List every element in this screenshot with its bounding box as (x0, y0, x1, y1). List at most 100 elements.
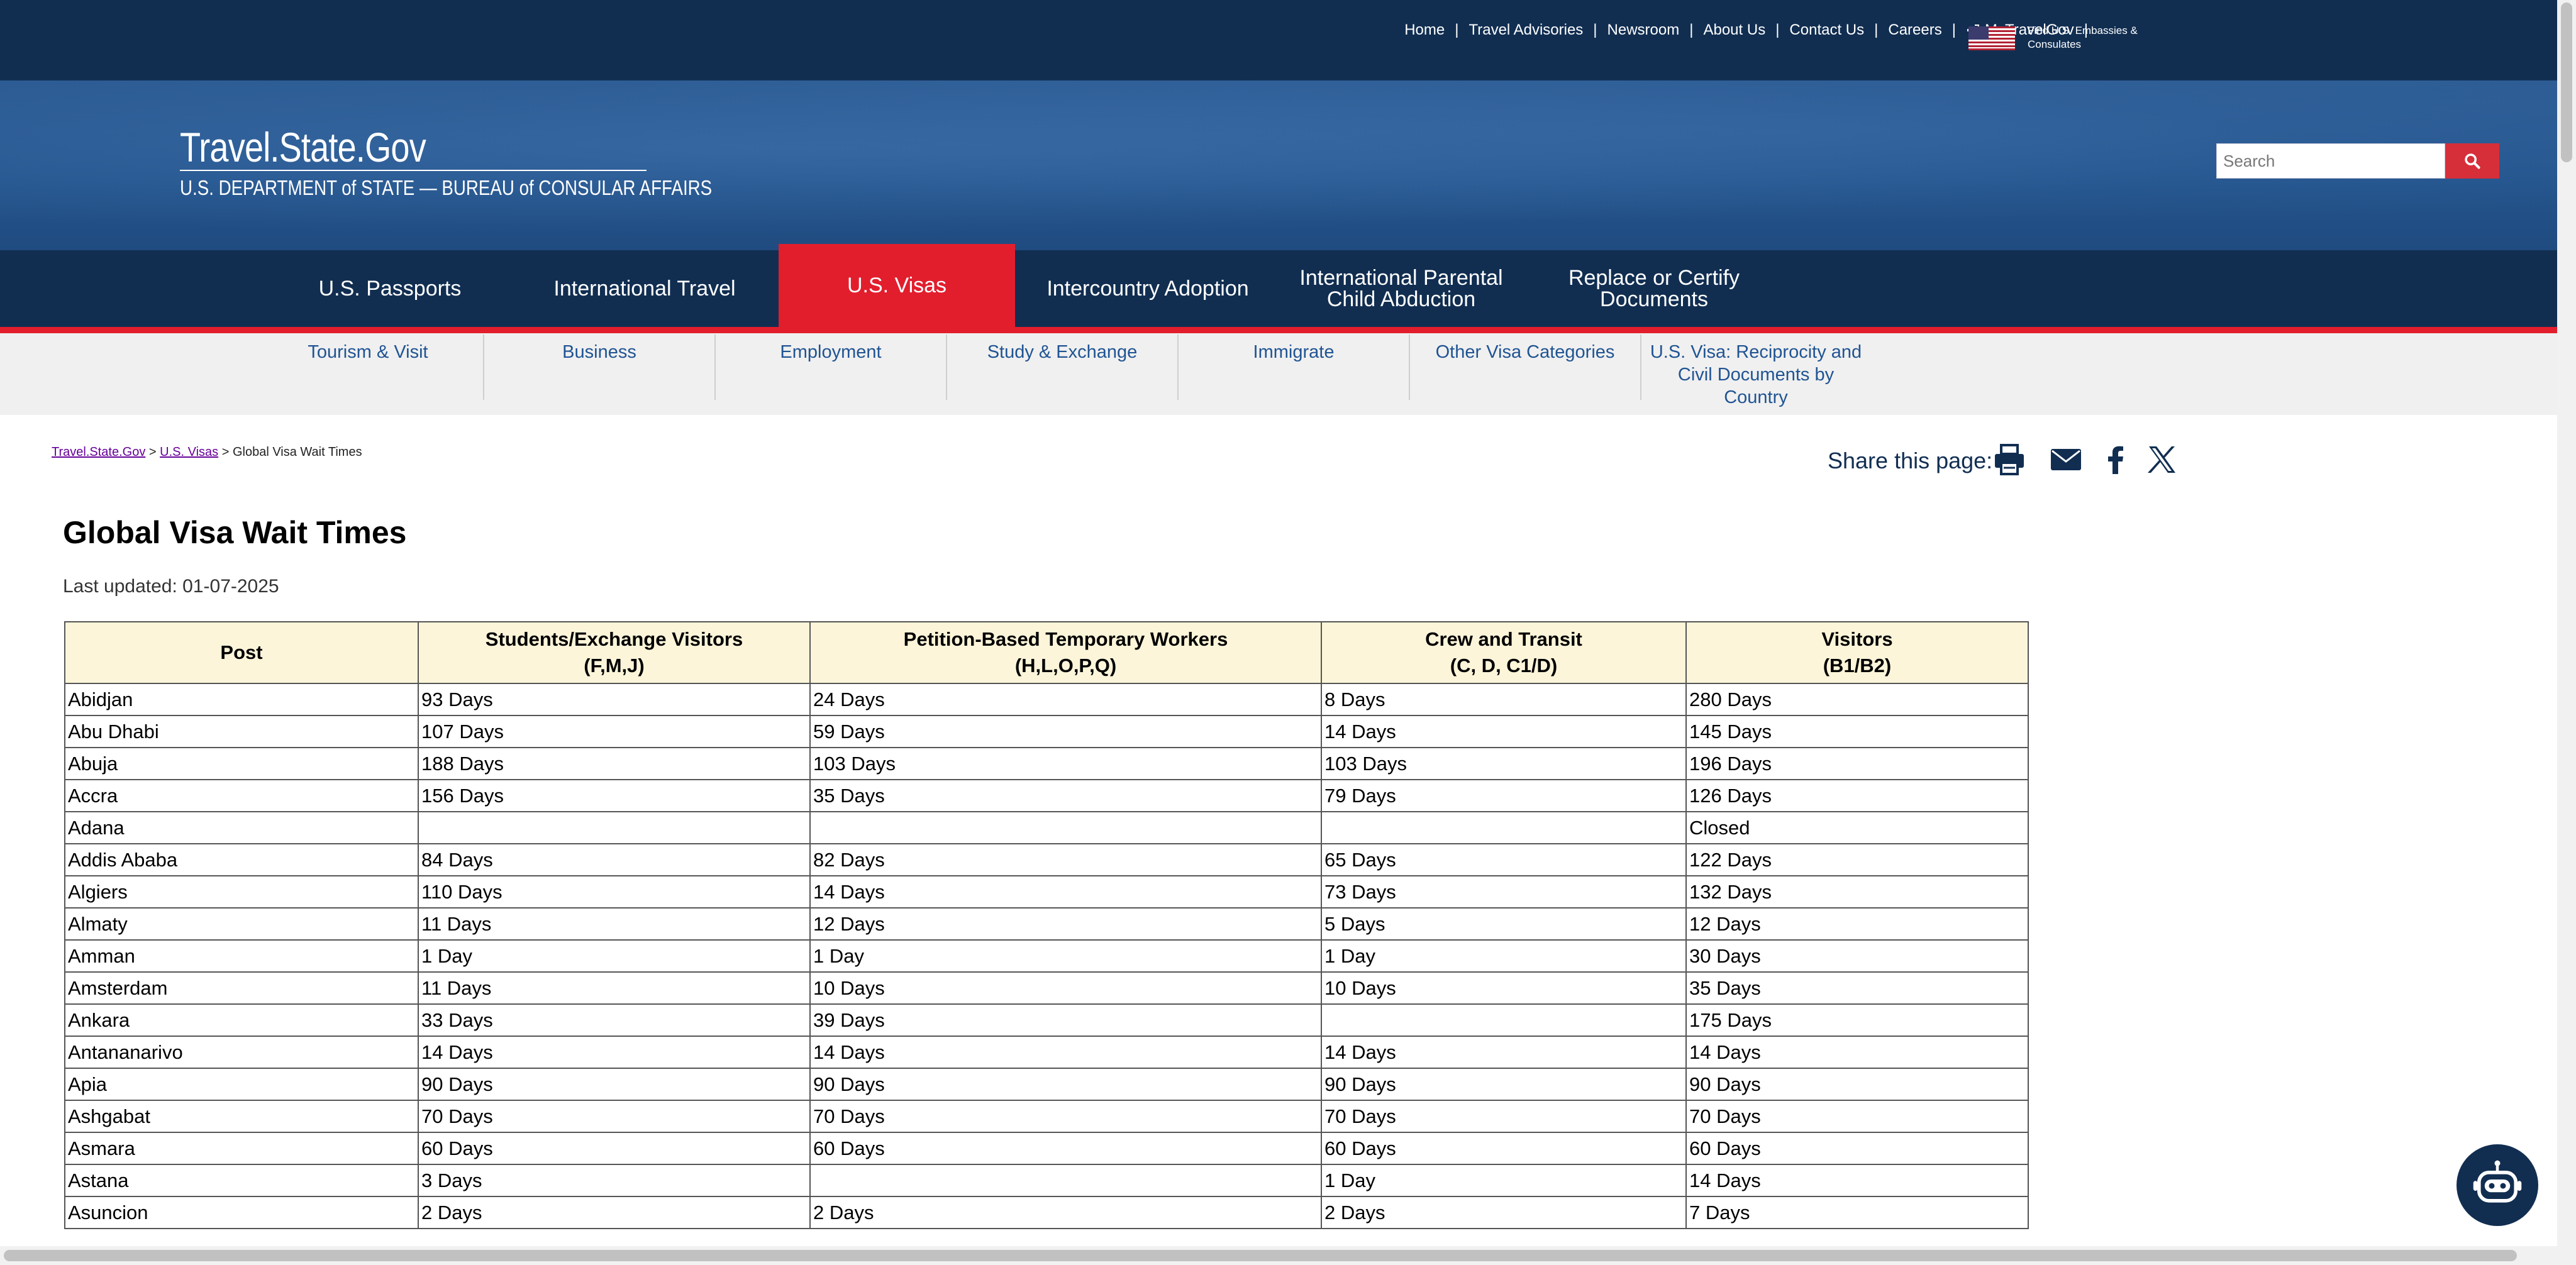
wait-time-cell: 1 Day (1321, 1164, 1687, 1197)
subnav-tourism-visit[interactable]: Tourism & Visit (252, 341, 484, 404)
wait-time-cell: 60 Days (1321, 1132, 1687, 1165)
wait-time-cell: 132 Days (1685, 875, 2029, 909)
visa-sub-nav: Tourism & Visit Business Employment Stud… (0, 333, 2557, 415)
share-label: Share this page: (1828, 448, 1993, 473)
wait-time-cell: 103 Days (1321, 747, 1687, 780)
post-cell: Amsterdam (64, 971, 419, 1005)
post-cell: Algiers (64, 875, 419, 909)
utility-link-about-us[interactable]: About Us (1693, 21, 1775, 39)
utility-link-home[interactable]: Home (1394, 21, 1455, 39)
table-row: Accra 156 Days 35 Days 79 Days 126 Days (64, 779, 2029, 812)
wait-time-cell: 10 Days (809, 971, 1322, 1005)
wait-time-cell: 10 Days (1321, 971, 1687, 1005)
wait-time-cell: 8 Days (1321, 683, 1687, 716)
table-row: Antananarivo 14 Days 14 Days 14 Days 14 Days (64, 1036, 2029, 1069)
wait-time-cell: 14 Days (1321, 1036, 1687, 1069)
wait-time-cell: 12 Days (809, 907, 1322, 941)
column-header-codes: (C, D, C1/D) (1450, 655, 1558, 677)
column-header-codes: (H,L,O,P,Q) (1014, 655, 1117, 677)
wait-time-cell: 1 Day (418, 939, 811, 973)
wait-time-cell: 14 Days (1685, 1036, 2029, 1069)
email-icon[interactable] (2049, 443, 2083, 477)
post-cell: Adana (64, 811, 419, 844)
wait-time-cell: 82 Days (809, 843, 1322, 876)
subnav-other-visa-categories[interactable]: Other Visa Categories (1410, 341, 1640, 404)
wait-time-cell: 156 Days (418, 779, 811, 812)
utility-link-contact-us[interactable]: Contact Us (1779, 21, 1874, 39)
column-header-post: Post (64, 621, 419, 684)
subnav-immigrate[interactable]: Immigrate (1179, 341, 1409, 404)
print-icon[interactable] (1992, 443, 2026, 477)
nav-intercountry-adoption[interactable]: Intercountry Adoption (1044, 250, 1252, 327)
wait-time-cell: 196 Days (1685, 747, 2029, 780)
nav-parental-child-abduction[interactable]: International Parental Child Abduction (1280, 250, 1522, 327)
wait-time-cell: 73 Days (1321, 875, 1687, 909)
find-embassies-link[interactable]: Find U.S. Embassies & Consulates (2028, 24, 2153, 52)
wait-time-cell: 2 Days (809, 1196, 1322, 1229)
table-header-row: Post Students/Exchange Visitors (F,M,J) Pet… (64, 621, 2029, 684)
table-row: Astana 3 Days 1 Day 14 Days (64, 1164, 2029, 1197)
search-input[interactable]: Search (2216, 143, 2445, 179)
vertical-scrollbar-thumb[interactable] (2561, 3, 2572, 162)
subnav-reciprocity[interactable]: U.S. Visa: Reciprocity and Civil Documen… (1648, 341, 1864, 407)
site-subtitle: U.S. DEPARTMENT of STATE — BUREAU of CON… (180, 176, 713, 199)
wait-time-cell (1321, 1003, 1687, 1037)
wait-time-cell: 90 Days (1685, 1068, 2029, 1101)
wait-time-cell: 84 Days (418, 843, 811, 876)
us-flag-icon[interactable] (1968, 26, 2015, 50)
utility-link-travel-advisories[interactable]: Travel Advisories (1458, 21, 1593, 39)
wait-time-cell (809, 811, 1322, 844)
wait-time-cell: 90 Days (809, 1068, 1322, 1101)
wait-time-cell: 90 Days (1321, 1068, 1687, 1101)
wait-time-cell: 122 Days (1685, 843, 2029, 876)
horizontal-scrollbar-thumb[interactable] (4, 1250, 2517, 1261)
wait-time-cell: 93 Days (418, 683, 811, 716)
chatbot-button[interactable] (2457, 1144, 2538, 1226)
wait-time-cell: 65 Days (1321, 843, 1687, 876)
post-cell: Abuja (64, 747, 419, 780)
breadcrumb-separator: > (221, 445, 233, 459)
wait-time-cell: 60 Days (1685, 1132, 2029, 1165)
search-button[interactable] (2445, 143, 2499, 179)
wait-time-cell: 103 Days (809, 747, 1322, 780)
breadcrumb-home[interactable]: Travel.State.Gov (52, 445, 145, 459)
column-header-title: Visitors (1821, 628, 1893, 650)
site-title[interactable]: Travel.State.Gov (180, 123, 426, 171)
table-row: Asmara 60 Days 60 Days 60 Days 60 Days (64, 1132, 2029, 1165)
wait-time-cell: 188 Days (418, 747, 811, 780)
table-row: Algiers 110 Days 14 Days 73 Days 132 Days (64, 875, 2029, 909)
wait-time-cell: 35 Days (1685, 971, 2029, 1005)
wait-time-cell: 59 Days (809, 715, 1322, 748)
facebook-icon[interactable] (2099, 443, 2133, 477)
nav-international-travel[interactable]: International Travel (528, 250, 761, 327)
column-header-title: Students/Exchange Visitors (485, 628, 743, 650)
column-header-students-exchange: Students/Exchange Visitors (F,M,J) (418, 621, 811, 684)
wait-time-cell: 126 Days (1685, 779, 2029, 812)
utility-link-newsroom[interactable]: Newsroom (1597, 21, 1690, 39)
table-row: Addis Ababa 84 Days 82 Days 65 Days 122 Days (64, 843, 2029, 876)
wait-time-cell: 280 Days (1685, 683, 2029, 716)
wait-time-cell: 60 Days (809, 1132, 1322, 1165)
nav-us-visas[interactable]: U.S. Visas (779, 244, 1015, 327)
visa-wait-times-table: Post Students/Exchange Visitors (F,M,J) Pet… (64, 621, 2029, 1229)
breadcrumb-current: Global Visa Wait Times (232, 445, 362, 459)
table-row: Apia 90 Days 90 Days 90 Days 90 Days (64, 1068, 2029, 1101)
wait-time-cell: Closed (1685, 811, 2029, 844)
post-cell: Addis Ababa (64, 843, 419, 876)
subnav-study-exchange[interactable]: Study & Exchange (947, 341, 1177, 404)
wait-time-cell: 107 Days (418, 715, 811, 748)
nav-replace-certify-documents[interactable]: Replace or Certify Documents (1547, 250, 1761, 327)
wait-time-cell: 60 Days (418, 1132, 811, 1165)
breadcrumb-us-visas[interactable]: U.S. Visas (160, 445, 218, 459)
wait-time-cell: 14 Days (809, 1036, 1322, 1069)
vertical-scrollbar[interactable] (2557, 0, 2576, 1265)
wait-time-cell: 11 Days (418, 971, 811, 1005)
utility-link-careers[interactable]: Careers (1878, 21, 1951, 39)
subnav-business[interactable]: Business (484, 341, 714, 404)
wait-time-cell: 7 Days (1685, 1196, 2029, 1229)
nav-us-passports[interactable]: U.S. Passports (302, 250, 478, 327)
x-twitter-icon[interactable] (2145, 443, 2179, 477)
breadcrumb: Travel.State.Gov > U.S. Visas > Global V… (52, 445, 362, 460)
subnav-employment[interactable]: Employment (716, 341, 946, 404)
nav-red-underline (0, 327, 2557, 333)
